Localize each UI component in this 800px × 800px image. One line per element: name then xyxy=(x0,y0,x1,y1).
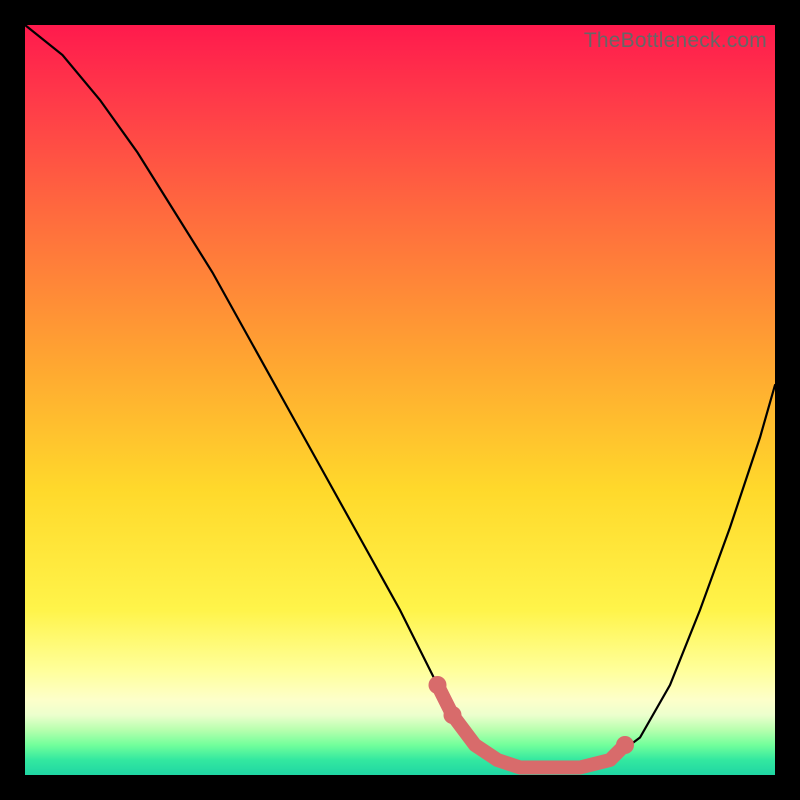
curve-layer xyxy=(25,25,775,775)
marker-dots xyxy=(429,676,635,754)
plot-area: TheBottleneck.com xyxy=(25,25,775,775)
marker-band xyxy=(438,685,626,768)
marker-dot xyxy=(444,706,462,724)
bottleneck-curve xyxy=(25,25,775,768)
marker-dot xyxy=(429,676,447,694)
chart-frame: TheBottleneck.com xyxy=(0,0,800,800)
marker-dot xyxy=(616,736,634,754)
